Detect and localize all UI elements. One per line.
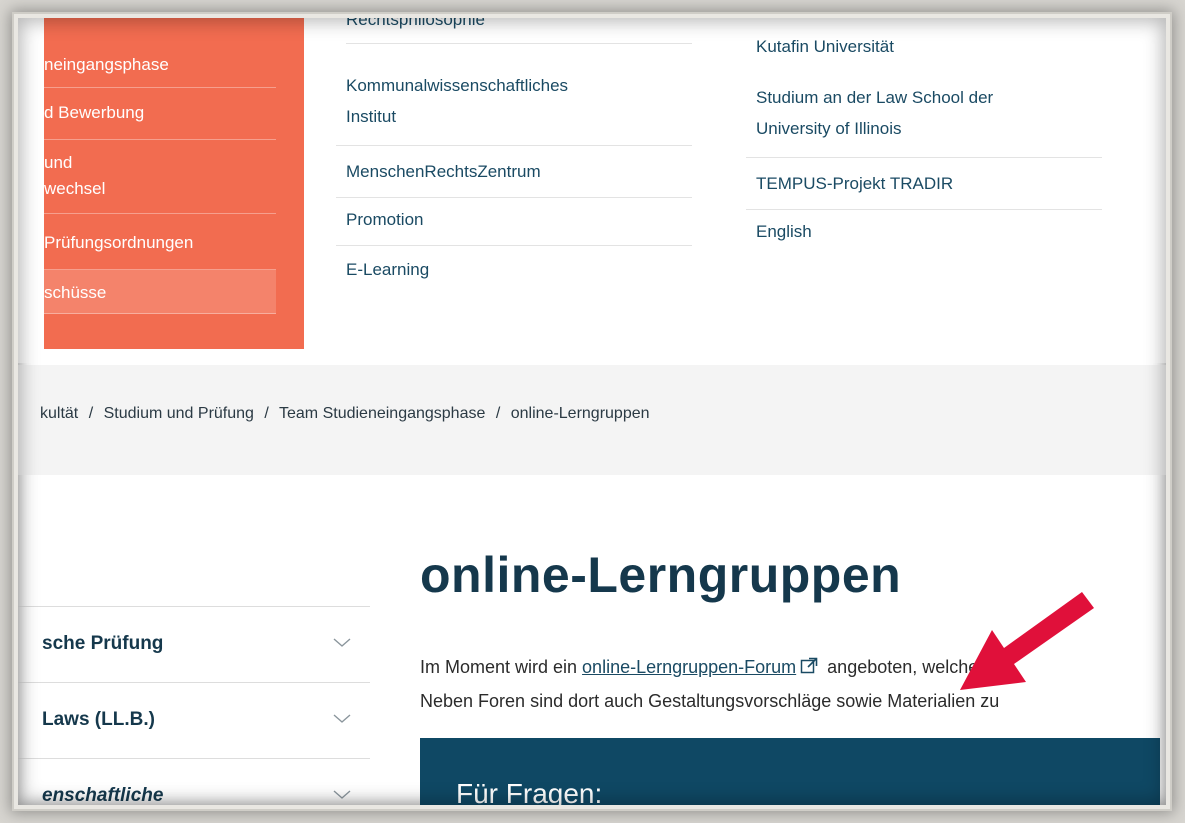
breadcrumb-item-current: online-Lerngruppen bbox=[510, 405, 650, 422]
menu-link-kutafin[interactable]: Kutafin Universität bbox=[746, 36, 1102, 70]
menu-link-rechtsphilosophie[interactable]: Rechtsphilosophie bbox=[346, 18, 692, 44]
breadcrumb: kultät / Studium und Prüfung / Team Stud… bbox=[40, 405, 656, 423]
breadcrumb-separator: / bbox=[264, 405, 269, 422]
breadcrumb-bar: kultät / Studium und Prüfung / Team Stud… bbox=[18, 365, 1166, 475]
coral-menu-item-ausschuesse[interactable]: schüsse bbox=[44, 270, 276, 314]
sidebar-item-pruefung[interactable]: sche Prüfung bbox=[18, 606, 370, 682]
sidebar-item-wissenschaftliche[interactable]: enschaftliche bbox=[18, 758, 370, 805]
coral-menu-panel: neingangsphase d Bewerbung und wechsel P… bbox=[44, 18, 304, 349]
contact-box-title: Für Fragen: bbox=[456, 778, 603, 809]
red-arrow-annotation bbox=[960, 592, 1094, 690]
chevron-down-icon bbox=[333, 638, 351, 647]
menu-link-e-learning[interactable]: E-Learning bbox=[336, 254, 692, 296]
chevron-down-icon bbox=[333, 714, 351, 723]
sidebar-item-llb[interactable]: Laws (LL.B.) bbox=[18, 682, 370, 758]
mega-menu: neingangsphase d Bewerbung und wechsel P… bbox=[18, 18, 1166, 363]
contact-box: Für Fragen: bbox=[420, 738, 1160, 809]
coral-menu-item-wechsel[interactable]: und wechsel bbox=[44, 150, 276, 214]
breadcrumb-item-fakultaet[interactable]: kultät bbox=[40, 405, 78, 422]
external-link-icon[interactable] bbox=[800, 657, 818, 675]
breadcrumb-item-team[interactable]: Team Studieneingangsphase bbox=[279, 405, 485, 422]
coral-menu-item-pruefungsordnungen[interactable]: Prüfungsordnungen bbox=[44, 230, 276, 270]
coral-menu-item-bewerbung[interactable]: d Bewerbung bbox=[44, 100, 276, 140]
breadcrumb-separator: / bbox=[88, 405, 94, 422]
page-title: online-Lerngruppen bbox=[420, 547, 902, 603]
menu-link-law-school-illinois[interactable]: Studium an der Law School der University… bbox=[746, 82, 1102, 158]
photo-frame: neingangsphase d Bewerbung und wechsel P… bbox=[14, 14, 1170, 809]
menu-link-kommunalwissenschaftliches-institut[interactable]: Kommunalwissenschaftliches Institut bbox=[336, 70, 692, 146]
menu-link-english[interactable]: English bbox=[746, 216, 1102, 258]
menu-link-promotion[interactable]: Promotion bbox=[336, 204, 692, 246]
breadcrumb-item-studium[interactable]: Studium und Prüfung bbox=[104, 405, 254, 422]
chevron-down-icon bbox=[333, 790, 351, 799]
menu-link-tempus-tradir[interactable]: TEMPUS-Projekt TRADIR bbox=[746, 168, 1102, 210]
menu-link-menschenrechtszentrum[interactable]: MenschenRechtsZentrum bbox=[336, 156, 692, 198]
breadcrumb-separator: / bbox=[495, 405, 501, 422]
forum-link[interactable]: online-Lerngruppen-Forum bbox=[582, 657, 796, 677]
coral-menu-item-eingangsphase[interactable]: neingangsphase bbox=[44, 52, 276, 88]
